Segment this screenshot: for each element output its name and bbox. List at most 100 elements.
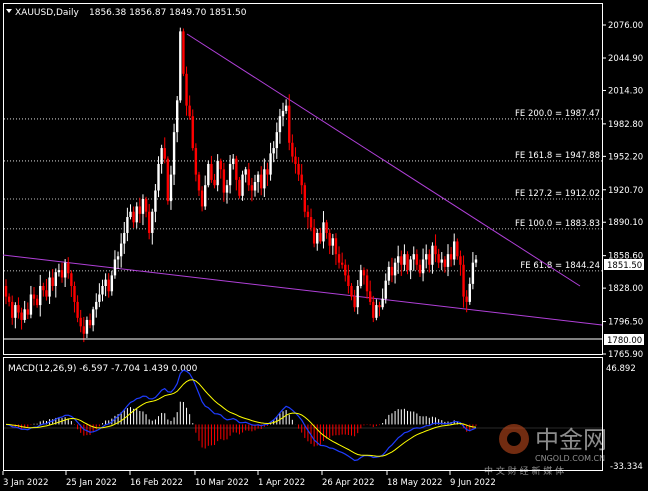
candle-body xyxy=(4,285,8,297)
candle-body xyxy=(207,163,210,186)
price-tick-label: 1982.80 xyxy=(608,120,643,130)
price-chart[interactable]: XAUUSD,Daily 1856.38 1856.87 1849.70 185… xyxy=(0,0,648,491)
candle-body xyxy=(82,326,86,334)
symbol-label: XAUUSD,Daily xyxy=(15,8,79,18)
candle-body xyxy=(166,158,170,202)
candle-body xyxy=(260,174,263,189)
candle-body xyxy=(440,259,443,263)
candle-body xyxy=(328,232,331,246)
candle-body xyxy=(269,153,272,175)
candle-body xyxy=(297,163,300,175)
candle-body xyxy=(51,277,54,286)
candle-body xyxy=(244,169,247,175)
candle-body xyxy=(73,285,76,302)
candle-body xyxy=(42,285,45,291)
candle-body xyxy=(412,254,415,260)
candle-body xyxy=(424,254,428,260)
candle-body xyxy=(253,182,257,191)
candle-body xyxy=(378,305,381,308)
candle-body xyxy=(456,241,459,257)
candle-body xyxy=(288,105,291,143)
candle-body xyxy=(372,301,375,318)
candle-body xyxy=(384,280,387,299)
candle-body xyxy=(281,110,285,117)
date-axis: 3 Jan 2022 25 Jan 2022 16 Feb 2022 10 Mar 2… xyxy=(2,471,496,488)
macd-bottom-tick: -33.334 xyxy=(610,462,643,472)
candle-body xyxy=(182,31,185,74)
candle-body xyxy=(119,243,123,257)
candle-body xyxy=(222,169,226,193)
candle-body xyxy=(35,298,39,306)
date-tick-label: 26 Apr 2022 xyxy=(322,478,375,488)
candle-body xyxy=(418,264,422,274)
candle-body xyxy=(116,256,120,260)
candle-body xyxy=(375,305,378,318)
candle-body xyxy=(462,264,465,297)
candle-body xyxy=(95,301,98,310)
date-tick-label: 9 Jun 2022 xyxy=(450,478,496,488)
price-tick-label: 1796.50 xyxy=(608,318,643,328)
candle-body xyxy=(390,266,394,276)
candle-body xyxy=(20,312,23,320)
candle-body xyxy=(319,232,322,242)
candle-body xyxy=(368,291,372,302)
candle-body xyxy=(325,222,328,233)
candle-body xyxy=(468,283,471,302)
candle-body xyxy=(85,319,89,334)
main-panel-border xyxy=(3,3,603,355)
candle-body xyxy=(26,309,29,315)
date-tick-label: 25 Jan 2022 xyxy=(66,478,117,488)
candle-body xyxy=(39,285,42,306)
fib-level-label: FE 100.0 = 1883.83 xyxy=(515,219,600,229)
candle-body xyxy=(219,160,222,170)
candle-body xyxy=(110,275,114,292)
candle-body xyxy=(337,254,341,263)
candle-body xyxy=(235,158,238,180)
price-tick-label: 2014.30 xyxy=(608,86,643,96)
candle-body xyxy=(228,163,232,186)
candle-body xyxy=(194,148,198,175)
candle-body xyxy=(216,160,219,186)
candle-body xyxy=(387,266,391,281)
candle-body xyxy=(291,142,294,157)
candle-body xyxy=(256,174,260,183)
ohlc-values: 1856.38 1856.87 1849.70 1851.50 xyxy=(89,8,247,18)
candle-body xyxy=(353,296,356,308)
candle-body xyxy=(415,254,419,265)
candle-body xyxy=(238,179,241,196)
price-tick-label: 1920.70 xyxy=(608,186,643,196)
candle-body xyxy=(434,245,437,255)
candle-body xyxy=(284,105,288,111)
candle-body xyxy=(409,259,412,271)
candle-body xyxy=(60,270,64,278)
price-tick-label: 1952.20 xyxy=(608,152,643,162)
candle-body xyxy=(157,163,160,191)
candle-body xyxy=(163,148,166,159)
price-tick-label: 2076.00 xyxy=(608,21,643,31)
candle-body xyxy=(309,217,313,228)
price-tick-label: 1890.10 xyxy=(608,218,643,228)
cngold-watermark: 中金网 CNGOLD.COM.CN 中 文 财 经 新 媒 体 xyxy=(484,424,607,477)
candle-body xyxy=(471,262,475,284)
candle-body xyxy=(437,254,440,263)
candle-body xyxy=(278,116,282,133)
price-tick-label: 1765.90 xyxy=(608,350,643,360)
date-tick-label: 1 Apr 2022 xyxy=(258,478,305,488)
candle-body xyxy=(29,294,33,315)
candle-body xyxy=(428,254,431,265)
candle-body xyxy=(179,31,182,101)
candle-body xyxy=(232,158,235,164)
candle-body xyxy=(129,211,132,218)
candle-body xyxy=(197,174,201,191)
candle-body xyxy=(32,294,36,299)
candle-body xyxy=(132,211,135,223)
fib-level-label: FE 61.8 = 1844.24 xyxy=(520,261,600,271)
candle-body xyxy=(340,262,344,265)
fib-level-label: FE 161.8 = 1947.88 xyxy=(515,151,600,161)
candle-body xyxy=(98,294,101,302)
candle-body xyxy=(101,285,104,295)
candle-body xyxy=(272,148,275,154)
candle-body xyxy=(14,305,17,318)
candle-body xyxy=(356,285,359,308)
collapse-arrow-icon[interactable] xyxy=(6,9,12,13)
